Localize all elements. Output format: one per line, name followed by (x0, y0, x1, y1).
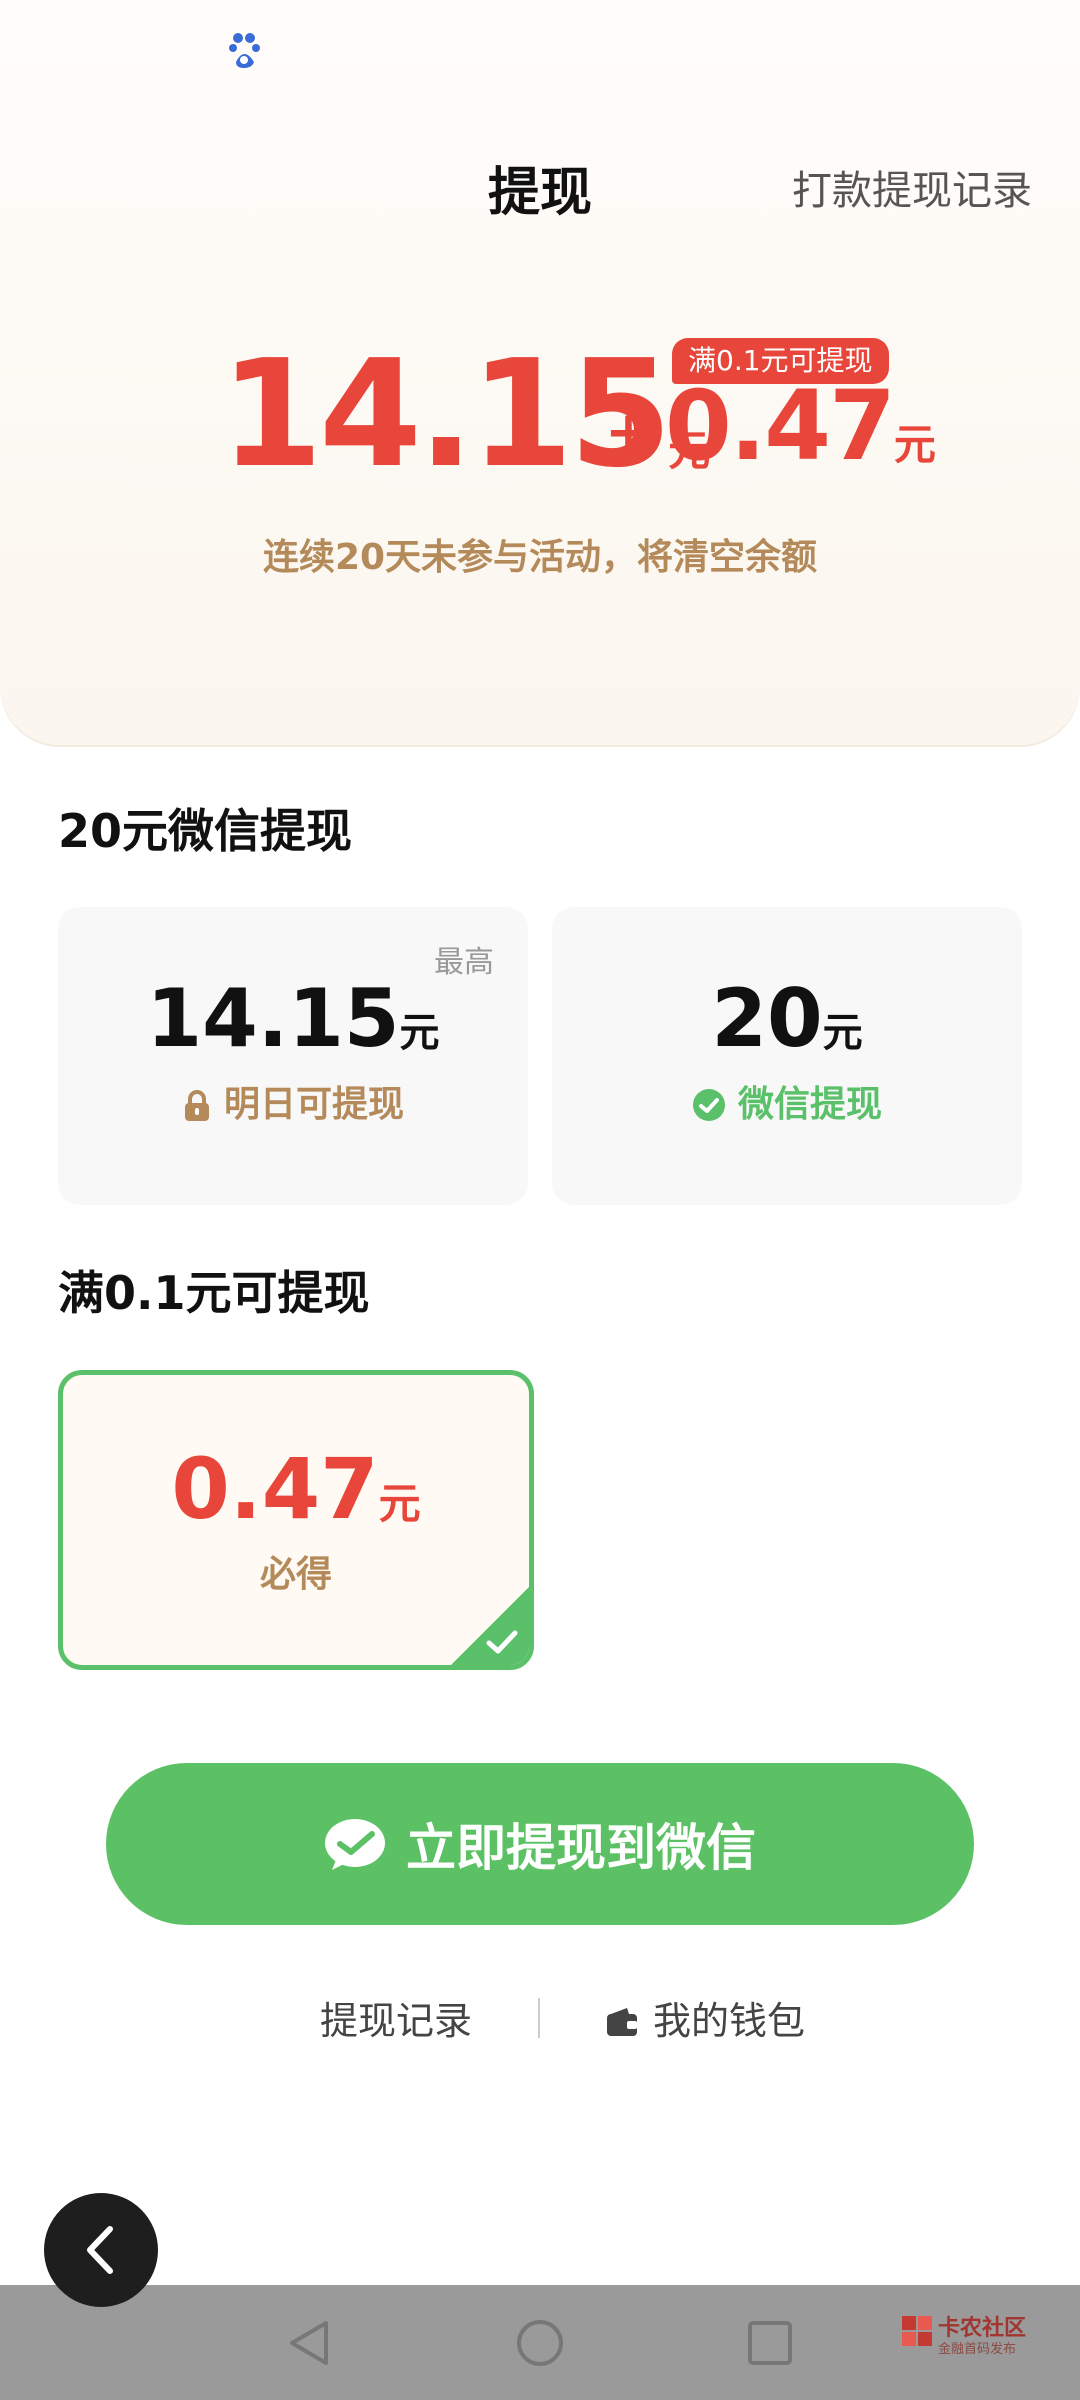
plus-sign: + (605, 400, 652, 465)
balance-extra: 0.47元 (665, 378, 936, 474)
payout-history-link[interactable]: 打款提现记录 (792, 158, 1032, 216)
card-sub-text: 明日可提现 (223, 1084, 404, 1125)
floating-back-button[interactable] (44, 2193, 158, 2307)
balance-extra-unit: 元 (893, 420, 936, 469)
withdraw-to-wechat-button[interactable]: 立即提现到微信 (106, 1763, 974, 1925)
card-amount-value: 14.15 (146, 972, 400, 1065)
withdraw-records-link[interactable]: 提现记录 (320, 1990, 472, 2045)
watermark-subtitle: 金融首码发布 (938, 2342, 1017, 2357)
section-title-wechat-withdraw: 20元微信提现 (58, 804, 353, 858)
watermark-logo-icon (902, 2316, 932, 2346)
card-sub-label: 明日可提现 (58, 1075, 528, 1127)
nav-back-icon[interactable] (282, 2315, 338, 2371)
card-amount-unit: 元 (399, 1010, 440, 1056)
selected-card-amount: 0.47元 (63, 1443, 529, 1535)
lock-icon (184, 1090, 209, 1121)
section-title-threshold: 满0.1元可提现 (58, 1266, 370, 1320)
my-wallet-label: 我的钱包 (653, 1999, 806, 2043)
selected-card-amount-unit: 元 (378, 1479, 421, 1528)
check-icon (451, 1587, 529, 1665)
app-logo-icon (229, 33, 260, 68)
card-sub-text: 微信提现 (737, 1084, 882, 1125)
bottom-links: 提现记录 我的钱包 (0, 1990, 1080, 2050)
link-divider (538, 1998, 540, 2038)
system-navigation-bar: 卡农社区 金融首码发布 (0, 2285, 1080, 2400)
chevron-left-icon (87, 2226, 113, 2274)
card-amount-unit: 元 (822, 1010, 863, 1056)
card-amount-value: 20 (711, 972, 823, 1065)
balance-warning: 连续20天未参与活动，将清空余额 (262, 537, 818, 578)
my-wallet-link[interactable]: 我的钱包 (605, 1990, 805, 2045)
wechat-icon (692, 1089, 725, 1121)
balance-main-amount: 14.15 (220, 328, 672, 500)
withdraw-option-card-20[interactable]: 20元 微信提现 (552, 907, 1022, 1205)
card-amount: 20元 (552, 975, 1022, 1063)
watermark: 卡农社区 金融首码发布 (900, 2310, 1050, 2360)
nav-home-icon[interactable] (512, 2315, 568, 2371)
page-title: 提现 (487, 163, 592, 223)
withdraw-button-label: 立即提现到微信 (406, 1819, 756, 1877)
card-sub-label: 微信提现 (552, 1075, 1022, 1127)
balance-extra-amount: 0.47 (665, 370, 896, 482)
withdraw-option-card-selected[interactable]: 0.47元 必得 (58, 1370, 534, 1670)
card-amount: 14.15元 (58, 975, 528, 1063)
nav-recent-apps-icon[interactable] (742, 2315, 798, 2371)
selected-card-amount-value: 0.47 (171, 1440, 379, 1538)
withdraw-option-card-max[interactable]: 最高 14.15元 明日可提现 (58, 907, 528, 1205)
wechat-pay-icon (325, 1819, 385, 1870)
wallet-icon (607, 2008, 637, 2036)
